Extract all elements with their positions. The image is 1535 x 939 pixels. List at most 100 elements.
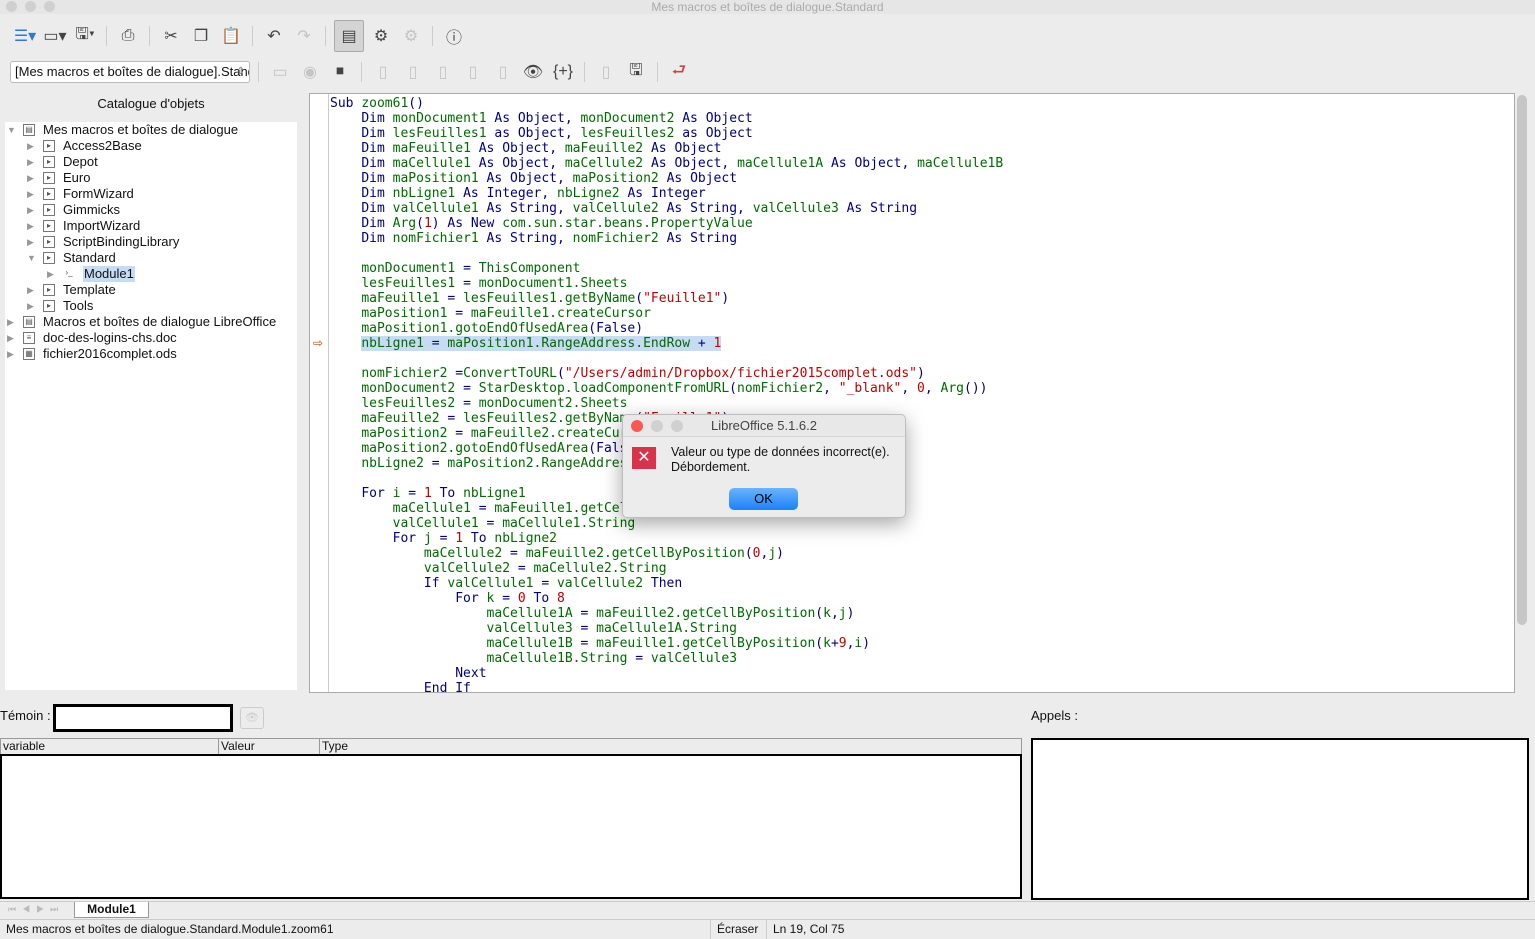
- collapsed-arrow-icon[interactable]: ▶: [7, 314, 17, 330]
- watch-input[interactable]: [53, 704, 233, 732]
- code-line[interactable]: For k = 0 To 8: [330, 591, 1003, 606]
- code-line[interactable]: monDocument1 = ThisComponent: [330, 261, 1003, 276]
- cut-icon[interactable]: ✂: [158, 23, 184, 49]
- import-dialog-icon[interactable]: ⮐: [666, 59, 692, 85]
- column-valeur[interactable]: Valeur: [218, 739, 255, 754]
- zoom-button[interactable]: [44, 1, 55, 12]
- status-insert-mode[interactable]: Écraser: [710, 920, 758, 939]
- new-icon[interactable]: ☰▾: [12, 23, 38, 49]
- code-line[interactable]: maPosition1.gotoEndOfUsedArea(False): [330, 321, 1003, 336]
- code-line[interactable]: valCellule3 = maCellule1A.String: [330, 621, 1003, 636]
- insert-source-icon[interactable]: ▯: [593, 59, 619, 85]
- tree-item[interactable]: ▶ ▸ Template: [5, 282, 297, 298]
- collapsed-arrow-icon[interactable]: ▶: [27, 298, 37, 314]
- dialog-close-button[interactable]: [631, 420, 643, 432]
- collapsed-arrow-icon[interactable]: ▶: [27, 154, 37, 170]
- tree-item[interactable]: ▶ ▸ Depot: [5, 154, 297, 170]
- save-source-icon[interactable]: 🖫: [623, 59, 649, 85]
- code-line[interactable]: maCellule1B.String = valCellule3: [330, 651, 1003, 666]
- brackets-icon[interactable]: {+}: [550, 59, 576, 85]
- code-line[interactable]: maCellule1A = maFeuille2.getCellByPositi…: [330, 606, 1003, 621]
- code-line[interactable]: End If: [330, 681, 1003, 696]
- tree-item[interactable]: ▶ ▤ Macros et boîtes de dialogue LibreOffi…: [5, 314, 297, 330]
- tree-item[interactable]: ▶ ▸ Euro: [5, 170, 297, 186]
- tree-item[interactable]: ▶ ›_ Module1: [5, 266, 297, 282]
- code-line[interactable]: Dim monDocument1 As Object, monDocument2…: [330, 111, 1003, 126]
- tree-item[interactable]: ▼ ▸ Standard: [5, 250, 297, 266]
- copy-icon[interactable]: ❐: [188, 23, 214, 49]
- code-line[interactable]: maCellule2 = maFeuille2.getCellByPositio…: [330, 546, 1003, 561]
- code-line[interactable]: lesFeuilles1 = monDocument1.Sheets: [330, 276, 1003, 291]
- breakpoint-icon[interactable]: ▯: [460, 59, 486, 85]
- code-line[interactable]: nbLigne1 = maPosition1.RangeAddress.EndR…: [330, 336, 1003, 351]
- code-text[interactable]: Sub zoom61() Dim monDocument1 As Object,…: [330, 96, 1003, 696]
- tree-item[interactable]: ▶ ▸ FormWizard: [5, 186, 297, 202]
- expanded-arrow-icon[interactable]: ▼: [7, 122, 17, 138]
- code-line[interactable]: Dim lesFeuilles1 as Object, lesFeuilles2…: [330, 126, 1003, 141]
- collapsed-arrow-icon[interactable]: ▶: [27, 170, 37, 186]
- code-line[interactable]: Dim maFeuille1 As Object, maFeuille2 As …: [330, 141, 1003, 156]
- object-catalog-icon[interactable]: ▤: [334, 20, 364, 52]
- code-line[interactable]: Next: [330, 666, 1003, 681]
- code-line[interactable]: If valCellule1 = valCellule2 Then: [330, 576, 1003, 591]
- code-line[interactable]: Sub zoom61(): [330, 96, 1003, 111]
- code-line[interactable]: [330, 351, 1003, 366]
- code-line[interactable]: Dim Arg(1) As New com.sun.star.beans.Pro…: [330, 216, 1003, 231]
- step-into-icon[interactable]: ▯: [370, 59, 396, 85]
- dialogs-icon[interactable]: ⚙: [398, 23, 424, 49]
- code-line[interactable]: maFeuille1 = lesFeuilles1.getByName("Feu…: [330, 291, 1003, 306]
- column-type[interactable]: Type: [319, 739, 348, 754]
- library-select[interactable]: [Mes macros et boîtes de dialogue].Stand…: [10, 61, 250, 83]
- collapsed-arrow-icon[interactable]: ▶: [27, 186, 37, 202]
- code-line[interactable]: For j = 1 To nbLigne2: [330, 531, 1003, 546]
- collapsed-arrow-icon[interactable]: ▶: [27, 282, 37, 298]
- redo-icon[interactable]: ↷: [291, 23, 317, 49]
- code-line[interactable]: monDocument2 = StarDesktop.loadComponent…: [330, 381, 1003, 396]
- compile-icon[interactable]: ▭: [267, 59, 293, 85]
- tree-item[interactable]: ▶ ▸ Gimmicks: [5, 202, 297, 218]
- collapsed-arrow-icon[interactable]: ▶: [27, 234, 37, 250]
- code-line[interactable]: valCellule2 = maCellule2.String: [330, 561, 1003, 576]
- code-line[interactable]: Dim maPosition1 As Object, maPosition2 A…: [330, 171, 1003, 186]
- window-controls[interactable]: [6, 1, 55, 12]
- code-line[interactable]: valCellule1 = maCellule1.String: [330, 516, 1003, 531]
- paste-icon[interactable]: 📋: [218, 23, 244, 49]
- code-line[interactable]: maCellule1B = maFeuille1.getCellByPositi…: [330, 636, 1003, 651]
- tree-item[interactable]: ▼ ▤ Mes macros et boîtes de dialogue: [5, 122, 297, 138]
- code-editor[interactable]: ⇨ Sub zoom61() Dim monDocument1 As Objec…: [309, 93, 1515, 696]
- collapsed-arrow-icon[interactable]: ▶: [47, 266, 57, 282]
- watch-icon[interactable]: 👁: [520, 59, 546, 85]
- object-tree[interactable]: ▼ ▤ Mes macros et boîtes de dialogue ▶ ▸ Acce…: [5, 122, 297, 690]
- step-over-icon[interactable]: ▯: [400, 59, 426, 85]
- run-icon[interactable]: ◉: [297, 59, 323, 85]
- tab-navigation-icons[interactable]: ⏮◀▶⏭: [8, 904, 64, 915]
- tree-item[interactable]: ▶ ▦ fichier2016complet.ods: [5, 346, 297, 362]
- macros-icon[interactable]: ⚙: [368, 23, 394, 49]
- code-line[interactable]: Dim nbLigne1 As Integer, nbLigne2 As Int…: [330, 186, 1003, 201]
- undo-icon[interactable]: ↶: [261, 23, 287, 49]
- stop-icon[interactable]: ⏹: [327, 59, 353, 85]
- code-line[interactable]: [330, 246, 1003, 261]
- step-out-icon[interactable]: ▯: [430, 59, 456, 85]
- ok-button[interactable]: OK: [729, 488, 798, 510]
- print-icon[interactable]: ⎙: [115, 23, 141, 49]
- info-icon[interactable]: ⓘ: [441, 23, 467, 49]
- collapsed-arrow-icon[interactable]: ▶: [7, 330, 17, 346]
- collapsed-arrow-icon[interactable]: ▶: [27, 202, 37, 218]
- editor-scrollbar[interactable]: [1517, 95, 1527, 625]
- open-icon[interactable]: ▭▾: [42, 23, 68, 49]
- code-line[interactable]: Dim valCellule1 As String, valCellule2 A…: [330, 201, 1003, 216]
- code-line[interactable]: lesFeuilles2 = monDocument2.Sheets: [330, 396, 1003, 411]
- code-line[interactable]: Dim maCellule1 As Object, maCellule2 As …: [330, 156, 1003, 171]
- code-line[interactable]: maPosition1 = maFeuille1.createCursor: [330, 306, 1003, 321]
- manage-breakpoints-icon[interactable]: ▯: [490, 59, 516, 85]
- calls-list[interactable]: [1031, 738, 1529, 900]
- code-line[interactable]: nomFichier2 =ConvertToURL("/Users/admin/…: [330, 366, 1003, 381]
- watch-table[interactable]: [0, 754, 1022, 899]
- tab-module1[interactable]: Module1: [74, 902, 149, 918]
- column-variable[interactable]: variable: [1, 739, 45, 754]
- tree-item[interactable]: ▶ ▸ Access2Base: [5, 138, 297, 154]
- collapsed-arrow-icon[interactable]: ▶: [7, 346, 17, 362]
- expanded-arrow-icon[interactable]: ▼: [27, 250, 37, 266]
- tree-item[interactable]: ▶ ▸ ImportWizard: [5, 218, 297, 234]
